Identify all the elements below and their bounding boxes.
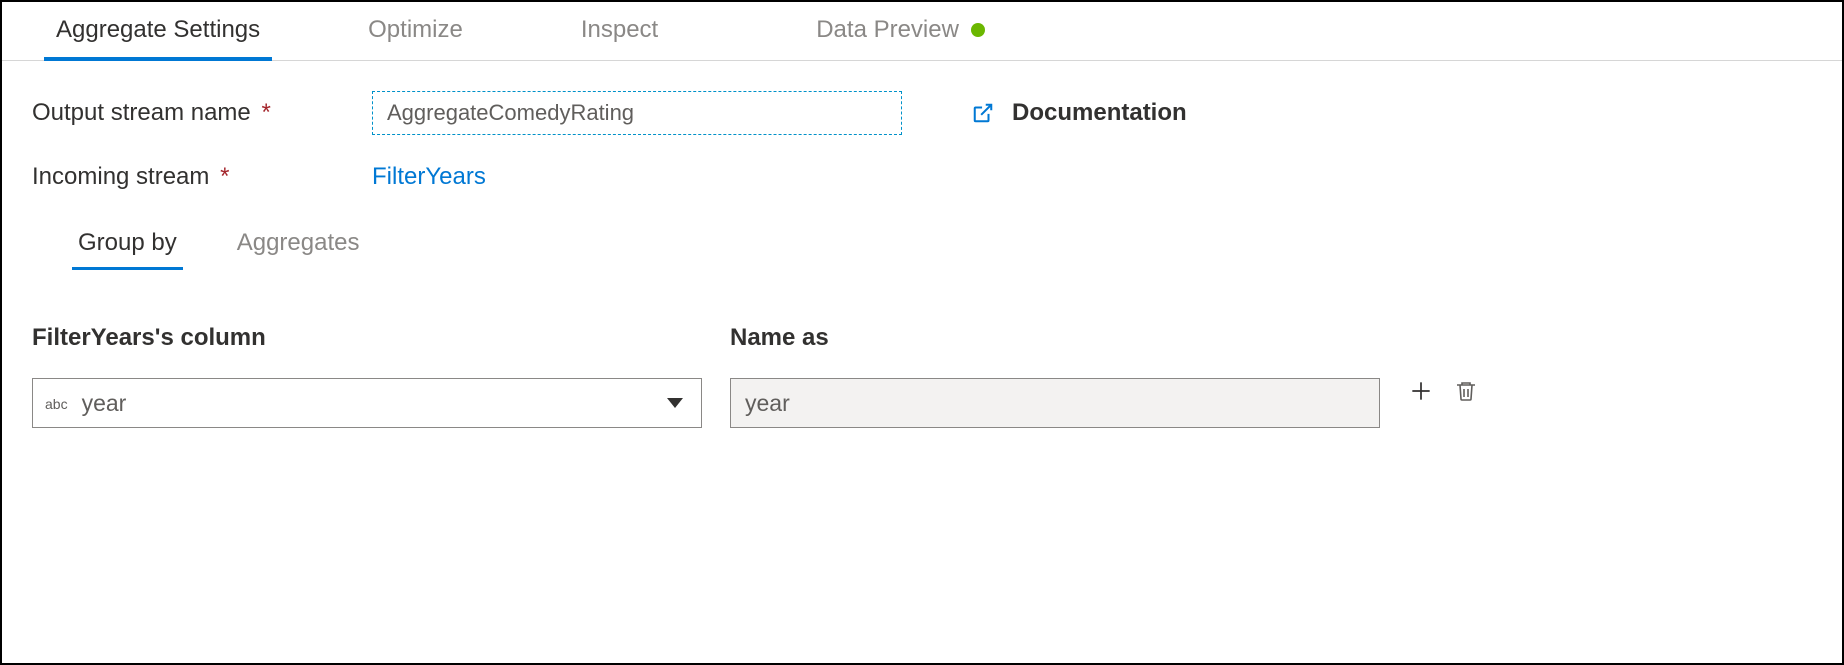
tab-label: Optimize bbox=[368, 16, 463, 44]
content-area: Output stream name * Documentation Incom… bbox=[2, 61, 1842, 428]
group-by-columns: FilterYears's column abc year Name as ye… bbox=[32, 324, 1812, 428]
incoming-stream-label: Incoming stream * bbox=[32, 163, 372, 191]
tab-aggregate-settings[interactable]: Aggregate Settings bbox=[32, 2, 284, 60]
required-asterisk: * bbox=[261, 99, 270, 126]
label-text: Incoming stream bbox=[32, 163, 209, 190]
documentation-label: Documentation bbox=[1012, 99, 1187, 127]
name-as-header: Name as bbox=[730, 324, 1380, 352]
chevron-down-icon bbox=[667, 398, 683, 408]
aggregate-settings-panel: Aggregate Settings Optimize Inspect Data… bbox=[0, 0, 1844, 665]
open-external-icon bbox=[972, 102, 994, 124]
tab-optimize[interactable]: Optimize bbox=[344, 2, 487, 60]
output-stream-label: Output stream name * bbox=[32, 99, 372, 127]
subtab-aggregates[interactable]: Aggregates bbox=[231, 221, 366, 269]
source-column-header: FilterYears's column bbox=[32, 324, 702, 352]
subtab-group-by[interactable]: Group by bbox=[72, 221, 183, 269]
tab-label: Aggregate Settings bbox=[56, 16, 260, 44]
dropdown-value: year bbox=[82, 390, 667, 417]
sub-tabs: Group by Aggregates bbox=[72, 221, 1812, 270]
tab-label: Data Preview bbox=[816, 16, 959, 44]
documentation-link[interactable]: Documentation bbox=[972, 99, 1187, 127]
tab-data-preview[interactable]: Data Preview bbox=[792, 2, 1009, 60]
source-column-dropdown[interactable]: abc year bbox=[32, 378, 702, 428]
name-as-input[interactable]: year bbox=[730, 378, 1380, 428]
type-tag-icon: abc bbox=[45, 396, 68, 412]
subtab-label: Group by bbox=[78, 229, 177, 256]
add-row-button[interactable] bbox=[1408, 378, 1434, 410]
output-stream-row: Output stream name * Documentation bbox=[32, 91, 1812, 135]
tab-label: Inspect bbox=[581, 16, 658, 44]
delete-row-button[interactable] bbox=[1454, 378, 1478, 410]
required-asterisk: * bbox=[220, 163, 229, 190]
tab-inspect[interactable]: Inspect bbox=[557, 2, 682, 60]
source-column-block: FilterYears's column abc year bbox=[32, 324, 702, 428]
main-tabs: Aggregate Settings Optimize Inspect Data… bbox=[2, 2, 1842, 61]
output-stream-input[interactable] bbox=[372, 91, 902, 135]
name-as-value: year bbox=[745, 390, 790, 417]
subtab-label: Aggregates bbox=[237, 229, 360, 256]
incoming-stream-link[interactable]: FilterYears bbox=[372, 163, 486, 191]
name-as-block: Name as year bbox=[730, 324, 1380, 428]
incoming-stream-row: Incoming stream * FilterYears bbox=[32, 163, 1812, 191]
label-text: Output stream name bbox=[32, 99, 251, 126]
row-actions bbox=[1408, 378, 1478, 410]
status-indicator-icon bbox=[971, 23, 985, 37]
